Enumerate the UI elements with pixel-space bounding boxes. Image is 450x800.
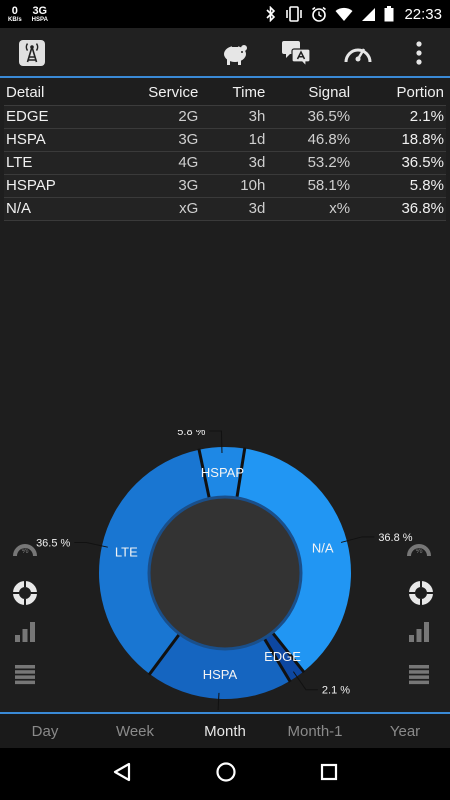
donut-category-label: N/A [312, 540, 334, 555]
cell-portion: 36.5% [352, 151, 446, 175]
cell-detail: HSPAP [4, 174, 102, 198]
cell-detail: HSPA [4, 128, 102, 152]
home-icon[interactable] [215, 761, 237, 788]
period-tab-bar: Day Week Month Month-1 Year [0, 712, 450, 748]
bluetooth-icon [265, 6, 277, 22]
column-header-time[interactable]: Time [200, 81, 268, 106]
cell-signal: 36.5% [267, 105, 353, 129]
piggy-bank-icon[interactable] [220, 38, 250, 68]
clock: 22:33 [404, 5, 442, 23]
cell-time: 3d [200, 197, 268, 221]
cell-tower-icon[interactable] [17, 38, 47, 68]
tab-day[interactable]: Day [0, 723, 90, 740]
column-header-detail[interactable]: Detail [4, 81, 102, 106]
cell-time: 3d [200, 151, 268, 175]
cell-portion: 2.1% [352, 105, 446, 129]
detail-table: Detail Service Time Signal Portion EDGE … [4, 81, 446, 221]
cell-service: 3G [101, 174, 201, 198]
system-nav-bar [0, 748, 450, 800]
cell-portion: 18.8% [352, 128, 446, 152]
cell-signal: 58.1% [267, 174, 353, 198]
vibrate-icon [285, 6, 303, 22]
table-row[interactable]: N/A xG 3d x% 36.8% [4, 197, 446, 221]
cell-time: 10h [200, 174, 268, 198]
overflow-menu-icon[interactable] [404, 38, 434, 68]
wifi-icon [335, 7, 353, 22]
column-header-service[interactable]: Service [101, 81, 201, 106]
cell-time: 3h [200, 105, 268, 129]
donut-percent-label: 5.8 % [177, 430, 205, 438]
tab-week[interactable]: Week [90, 723, 180, 740]
donut-category-label: HSPA [203, 667, 238, 682]
donut-percent-label: 36.5 % [36, 537, 70, 549]
cell-portion: 5.8% [352, 174, 446, 198]
cell-service: 2G [101, 105, 201, 129]
column-header-signal[interactable]: Signal [267, 81, 353, 106]
table-row[interactable]: LTE 4G 3d 53.2% 36.5% [4, 151, 446, 175]
back-icon[interactable] [111, 761, 133, 788]
donut-percent-label: 2.1 % [322, 685, 350, 697]
cell-signal-icon [361, 7, 376, 22]
recents-icon[interactable] [319, 762, 339, 787]
cell-service: xG [101, 197, 201, 221]
cell-signal: 46.8% [267, 128, 353, 152]
cell-time: 1d [200, 128, 268, 152]
donut-percent-label: 36.8 % [378, 532, 412, 544]
cell-detail: LTE [4, 151, 102, 175]
cell-detail: EDGE [4, 105, 102, 129]
alarm-icon [311, 6, 327, 22]
table-row[interactable]: HSPAP 3G 10h 58.1% 5.8% [4, 174, 446, 198]
app-bar [0, 28, 450, 78]
translate-icon[interactable] [281, 38, 311, 68]
cell-signal: x% [267, 197, 353, 221]
table-row[interactable]: EDGE 2G 3h 36.5% 2.1% [4, 105, 446, 129]
donut-category-label: EDGE [264, 649, 301, 664]
network-type-indicator: 3G HSPA [31, 4, 48, 23]
cell-detail: N/A [4, 197, 102, 221]
table-row[interactable]: HSPA 3G 1d 46.8% 18.8% [4, 128, 446, 152]
tab-month[interactable]: Month [180, 723, 270, 740]
tab-year[interactable]: Year [360, 723, 450, 740]
donut-category-label: HSPAP [201, 465, 244, 480]
cell-service: 4G [101, 151, 201, 175]
status-bar: 0 KB/s 3G HSPA 22:33 [0, 0, 450, 28]
network-speed-indicator: 0 KB/s [8, 4, 22, 23]
cell-signal: 53.2% [267, 151, 353, 175]
column-header-portion[interactable]: Portion [352, 81, 446, 106]
donut-center [147, 495, 303, 651]
speedometer-icon[interactable] [343, 38, 373, 68]
donut-category-label: LTE [115, 544, 138, 559]
battery-icon [384, 6, 394, 22]
cell-portion: 36.8% [352, 197, 446, 221]
signal-donut-chart: N/AEDGEHSPALTEHSPAP36.8 %2.1 %18.8 %36.5… [36, 430, 413, 710]
cell-service: 3G [101, 128, 201, 152]
tab-month-1[interactable]: Month-1 [270, 723, 360, 740]
table-header-row: Detail Service Time Signal Portion [4, 81, 446, 106]
